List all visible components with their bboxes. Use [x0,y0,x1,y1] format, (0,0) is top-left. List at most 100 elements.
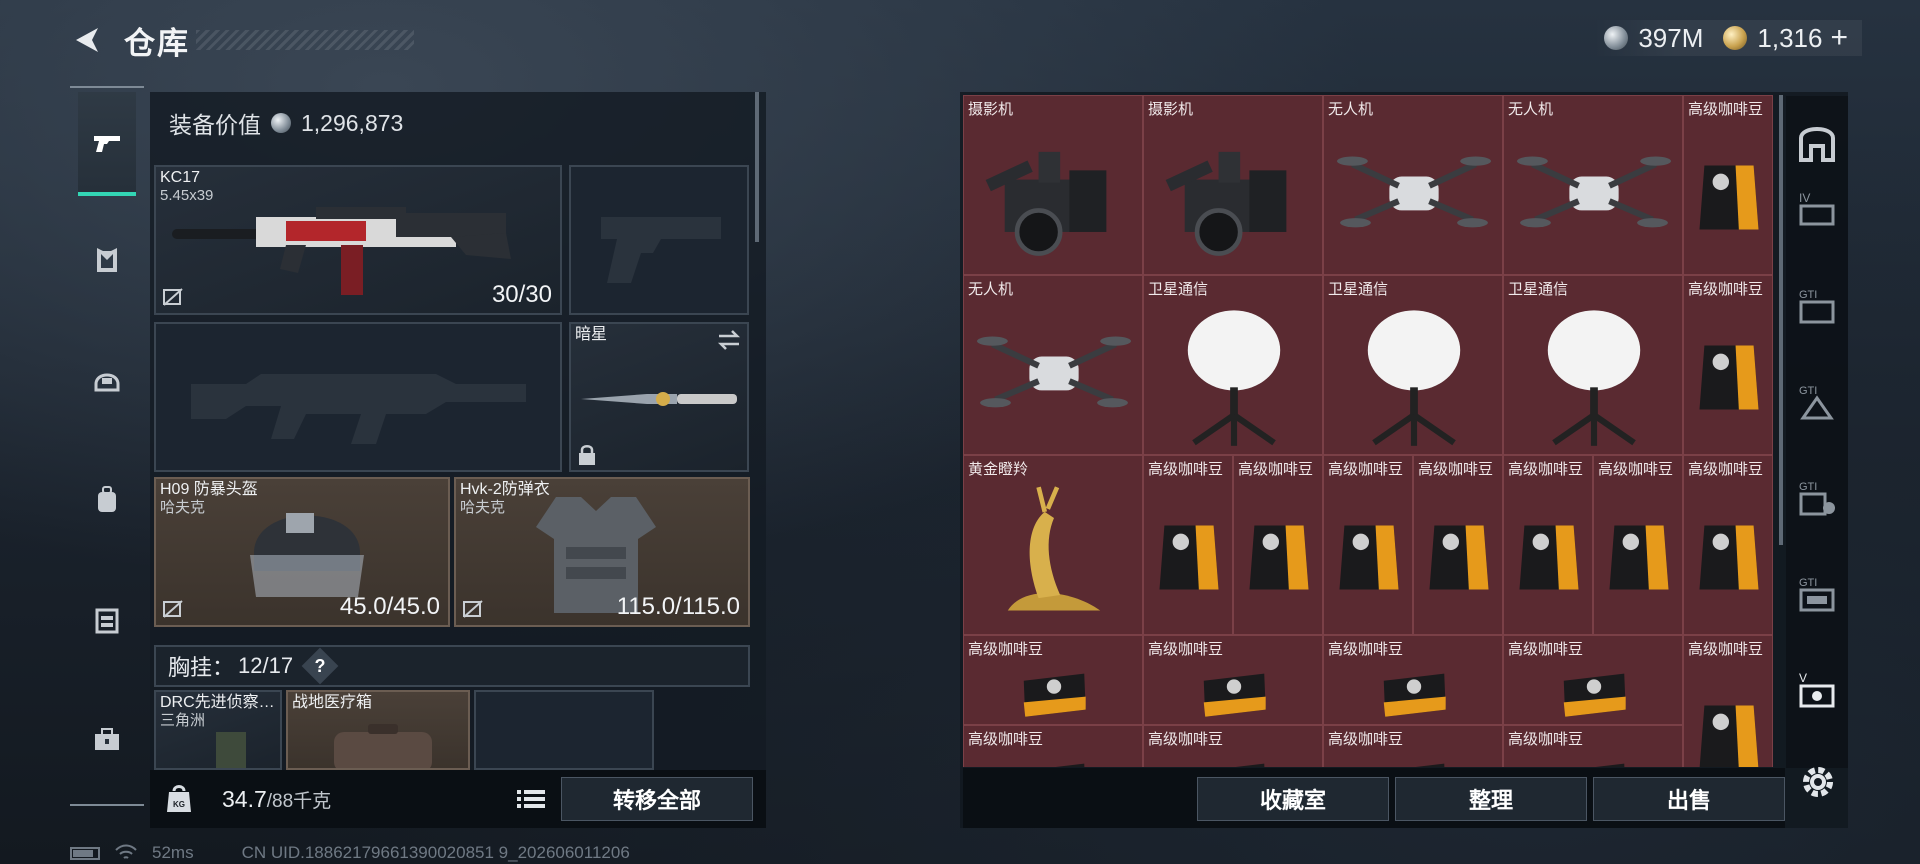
stash-item-cell[interactable]: 高级咖啡豆 [1503,455,1593,635]
svg-text:V: V [1799,671,1807,685]
stash-item-cell[interactable]: 高级咖啡豆 [963,725,1143,767]
nav-vest[interactable] [78,568,136,672]
nav-backpack[interactable] [78,448,136,552]
coffee-item-icon [1519,525,1579,590]
gold-coin-icon [1723,26,1748,50]
transfer-all-button[interactable]: 转移全部 [561,777,753,821]
sell-button[interactable]: 出售 [1593,777,1785,821]
equipment-value-label: 装备价值 [169,112,261,138]
equipment-scrollbar[interactable] [755,92,759,242]
stash-item-cell[interactable]: 卫星通信 [1503,275,1683,455]
pistol-slot[interactable] [569,165,749,315]
stash-item-cell[interactable]: 高级咖啡豆 [1683,275,1773,455]
collection-room-button[interactable]: 收藏室 [1197,777,1389,821]
nav-armor[interactable] [78,208,136,312]
stash-item-cell[interactable]: 高级咖啡豆 [1503,725,1683,767]
nav-stash-main[interactable] [1790,112,1844,172]
stash-item-cell[interactable]: 无人机 [963,275,1143,455]
armor-slot[interactable]: Hvk-2防弹衣 哈夫克 115.0/115.0 [454,477,750,627]
stash-item-cell[interactable]: 黄金瞪羚 [963,455,1143,635]
stash-item-cell[interactable]: 高级咖啡豆 [1413,455,1503,635]
item-label: 高级咖啡豆 [1238,461,1314,478]
stash-item-cell[interactable]: 高级咖啡豆 [1323,635,1503,725]
nav-container-gti-2[interactable]: GTI [1790,372,1844,432]
backpack-icon [98,486,116,512]
coffee-flat-item-icon [1023,673,1086,717]
stash-item-cell[interactable]: 高级咖啡豆 [1503,635,1683,725]
armor-brand: 哈夫克 [460,499,506,516]
settings-gear-icon[interactable] [1798,762,1838,802]
nav-container-gti-3[interactable]: GTI [1790,468,1844,528]
item-label: 高级咖啡豆 [1688,641,1764,658]
weight-max: /88千克 [266,791,332,812]
swap-icon[interactable] [715,328,743,352]
sort-button[interactable]: 整理 [1395,777,1587,821]
coffee-flat-item-icon [1563,673,1626,717]
primary-weapon-slot[interactable]: KC17 5.45x39 30/30 [154,165,562,315]
stash-item-cell[interactable]: 卫星通信 [1143,275,1323,455]
stash-item-cell[interactable]: 高级咖啡豆 [1143,635,1323,725]
stash-item-cell[interactable]: 卫星通信 [1323,275,1503,455]
coffee-flat-item-icon [1415,763,1445,767]
nav-container-v[interactable]: V [1790,660,1844,720]
stash-item-cell[interactable]: 高级咖啡豆 [1143,725,1323,767]
add-currency-button[interactable]: + [1830,21,1848,55]
item-label: 无人机 [1508,101,1554,118]
weapon-ammo-count: 30/30 [491,281,552,308]
svg-text:IV: IV [1799,191,1810,205]
stash-grid: 摄影机 摄影机 无人机 无人机 高级咖啡豆 无人机 卫星通信 卫星通信 卫星通信 高级咖啡豆 黄金瞪… [963,95,1773,767]
nav-container-gti-4[interactable]: GTI [1790,564,1844,624]
help-button[interactable]: ? [301,647,339,685]
stash-item-cell[interactable]: 高级咖啡豆 [1593,455,1683,635]
item-label: 高级咖啡豆 [1688,101,1764,118]
nav-toolbox[interactable] [78,688,136,792]
item-label: 高级咖啡豆 [1328,461,1404,478]
melee-slot[interactable]: 暗星 [569,322,749,472]
stash-item-cell[interactable]: 高级咖啡豆 [1323,725,1503,767]
ping-readout: 52ms [152,843,194,862]
currency-bar: 397M 1,316 + [1594,20,1862,56]
item-label: 高级咖啡豆 [1598,461,1674,478]
list-icon[interactable] [514,783,548,815]
stash-arch-icon [1799,127,1835,162]
item-label: 无人机 [1328,101,1374,118]
stash-item-cell[interactable]: 摄影机 [1143,95,1323,275]
nav-container-iv[interactable]: IV [1790,178,1844,238]
secondary-weapon-slot[interactable] [154,322,562,472]
stash-item-cell[interactable]: 高级咖啡豆 [1233,455,1323,635]
item-label: 黄金瞪羚 [968,461,1029,478]
container-gti-2-icon: GTI [1799,385,1834,420]
stash-item-cell[interactable]: 高级咖啡豆 [963,635,1143,725]
svg-text:GTI: GTI [1799,385,1817,397]
weight-readout: 34.7/88千克 [222,786,331,813]
satellite-item-icon [1187,310,1281,446]
stash-item-cell[interactable]: 高级咖啡豆 [1683,95,1773,275]
container-iv-icon: IV [1799,191,1835,226]
stash-item-cell[interactable]: 高级咖啡豆 [1683,635,1773,767]
stash-item-cell[interactable]: 无人机 [1503,95,1683,275]
svg-text:GTI: GTI [1799,481,1817,493]
stash-item-cell[interactable]: 摄影机 [963,95,1143,275]
helmet-brand: 哈夫克 [160,499,206,516]
drone-item-icon [1517,156,1671,228]
nav-divider [70,86,144,88]
item-name: 战地医疗箱 [292,694,373,711]
no-insure-icon [163,600,183,618]
nav-container-gti-1[interactable]: GTI [1790,276,1844,336]
item-label: 无人机 [968,281,1014,298]
coffee-item-icon [1249,525,1309,590]
chest-rig-item[interactable]: DRC先进侦察… 三角洲 [154,690,282,770]
helmet-slot[interactable]: H09 防暴头盔 哈夫克 45.0/45.0 [154,477,450,627]
wifi-icon [115,844,137,859]
stash-item-cell[interactable]: 高级咖啡豆 [1143,455,1233,635]
stash-item-cell[interactable]: 无人机 [1323,95,1503,275]
back-arrow-icon[interactable] [70,22,106,58]
nav-helmet[interactable] [78,328,136,432]
chest-rig-empty-slot[interactable] [474,690,654,770]
nav-weapon[interactable] [78,92,136,196]
chest-rig-item[interactable]: 战地医疗箱 [286,690,470,770]
stash-item-cell[interactable]: 高级咖啡豆 [1683,455,1773,635]
battery-icon [70,846,100,860]
stash-scrollbar[interactable] [1779,95,1783,545]
stash-item-cell[interactable]: 高级咖啡豆 [1323,455,1413,635]
